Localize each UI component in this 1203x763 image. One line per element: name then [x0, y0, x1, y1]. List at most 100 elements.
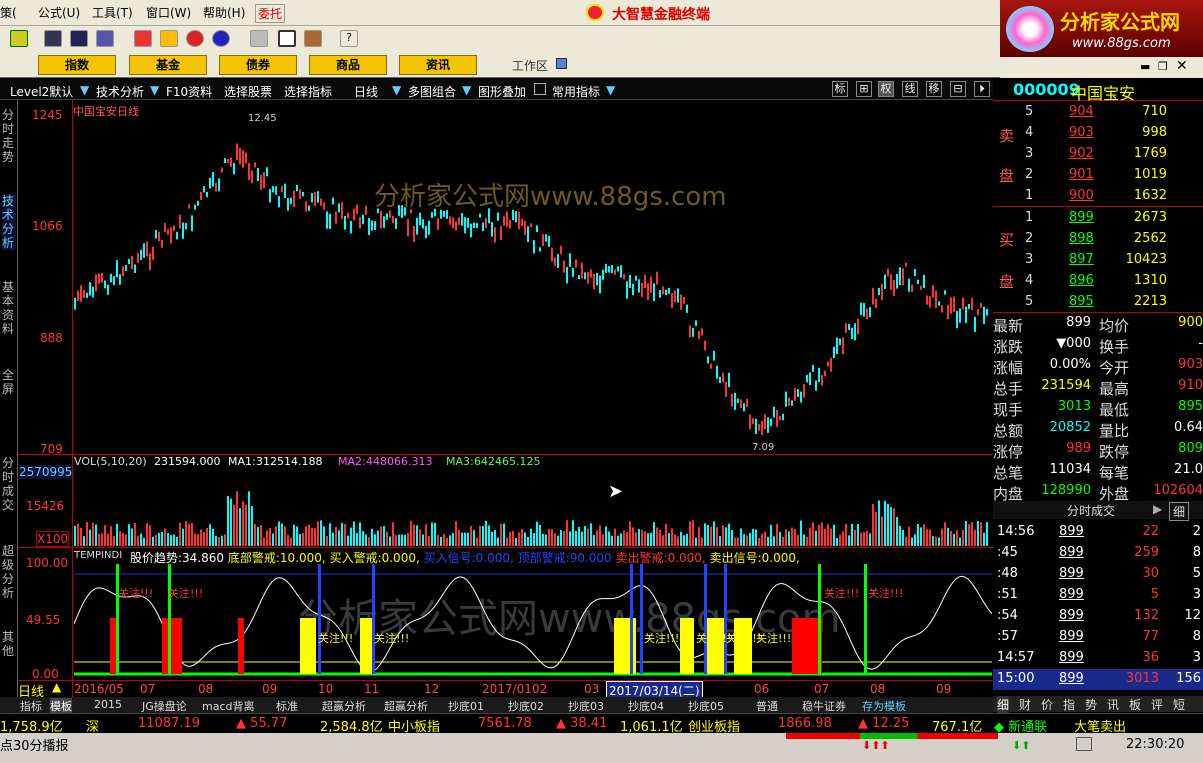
period-option[interactable]: 日线 — [354, 83, 378, 100]
play-button[interactable]: ⏵ — [974, 81, 990, 97]
binoculars-icon[interactable] — [44, 30, 62, 47]
move-button[interactable]: 移 — [926, 81, 942, 97]
tab-news[interactable]: 资讯 — [399, 55, 477, 75]
panel-tab[interactable]: 细 — [997, 696, 1010, 713]
tab-index[interactable]: 指数 — [38, 55, 116, 75]
crosshair-button[interactable]: ⊞ — [856, 81, 872, 97]
mark-button[interactable]: 标 — [832, 81, 848, 97]
overlay-option[interactable]: 图形叠加 — [478, 83, 526, 100]
panel-tab[interactable]: 财 — [1019, 696, 1031, 713]
common-indicator-option[interactable]: 常用指标 — [552, 83, 600, 100]
panel-tab[interactable]: 讯 — [1107, 696, 1119, 713]
quote-cell: 量比 — [1099, 422, 1130, 440]
sidenav-fundamental[interactable]: 基本资料 — [2, 280, 16, 336]
bottom-tab[interactable]: 抄底03 — [568, 698, 604, 714]
rights-button[interactable]: 权 — [878, 81, 894, 97]
buy-level[interactable]: 3 897 10423 — [993, 250, 1203, 271]
sell-level[interactable]: 5 904 710 — [993, 102, 1203, 123]
menu-window[interactable]: 窗口(W) — [146, 4, 191, 21]
buy-level[interactable]: 5 895 2213 — [993, 292, 1203, 313]
menu-order[interactable]: 委托 — [255, 4, 286, 23]
menu-help[interactable]: 帮助(H) — [203, 4, 245, 21]
chart-area[interactable]: 1245 1066 888 709 中国宝安日线 12.45 7.09 分析家公… — [18, 100, 993, 700]
bottom-tab[interactable]: 抄底05 — [688, 698, 724, 714]
panel-tab[interactable]: 指 — [1063, 696, 1075, 713]
bottom-tab[interactable]: JG操盘论 — [142, 698, 187, 714]
menu-formula[interactable]: 公式(U) — [38, 4, 80, 21]
layout-icon[interactable] — [278, 30, 296, 47]
ticks-arrow-icon[interactable]: ▶ — [1153, 502, 1162, 516]
bottom-tab[interactable]: 标准 — [276, 698, 298, 714]
panel-tab[interactable]: 短 — [1173, 696, 1185, 713]
panel-tab[interactable]: 板 — [1129, 696, 1141, 713]
bottom-tab[interactable]: 超赢分析 — [322, 698, 366, 714]
close-icon[interactable]: ✕ — [1176, 58, 1192, 74]
bottom-tab[interactable]: 2015 — [94, 698, 122, 711]
panel-tab[interactable]: 评 — [1151, 696, 1163, 713]
menu-strategy[interactable]: 策( — [0, 4, 17, 21]
multi-chart-option[interactable]: 多图组合 — [408, 83, 456, 100]
sidenav-trades[interactable]: 分时成交 — [2, 456, 16, 512]
binoculars-icon[interactable] — [70, 30, 88, 47]
delete-icon[interactable] — [134, 30, 152, 47]
sell-level[interactable]: 1 900 1632 — [993, 186, 1203, 207]
volume-bar — [509, 532, 511, 546]
help-pointer-icon[interactable]: ? — [340, 30, 358, 47]
sidenav-super[interactable]: 超级分析 — [2, 544, 16, 600]
dropdown-arrow-icon[interactable]: ▼ — [392, 83, 401, 97]
quote-cell: 5 — [1150, 587, 1159, 602]
diamond-icon[interactable] — [160, 30, 178, 47]
minimize-icon[interactable]: ▬ — [1140, 60, 1154, 74]
bottom-tab[interactable]: 超赢分析 — [384, 698, 428, 714]
level2-default[interactable]: Level2默认 — [10, 83, 73, 100]
period-arrow-icon[interactable]: ▲ — [52, 680, 61, 694]
lock-icon[interactable] — [534, 83, 546, 95]
bottom-tab[interactable]: 普通 — [756, 698, 778, 714]
workspace-dropdown-icon[interactable] — [556, 58, 567, 69]
dropdown-arrow-icon[interactable]: ▼ — [606, 83, 615, 97]
select-indicator-option[interactable]: 选择指标 — [284, 83, 332, 100]
volume-bar — [512, 531, 514, 546]
sidenav-fullscreen[interactable]: 全屏 — [2, 368, 16, 396]
bottom-tab[interactable]: macd背离 — [202, 698, 255, 714]
ticks-detail-button[interactable]: 细 — [1169, 502, 1190, 521]
volume-bar — [689, 521, 691, 546]
sidenav-tech[interactable]: 技术分析 — [2, 194, 16, 250]
flag-icon[interactable] — [10, 30, 28, 47]
tab-bond[interactable]: 债券 — [219, 55, 297, 75]
panel-tab[interactable]: 势 — [1085, 696, 1097, 713]
bottom-tab[interactable]: 指标 — [20, 698, 42, 714]
select-stock-option[interactable]: 选择股票 — [224, 83, 272, 100]
sidenav-other[interactable]: 其他 — [2, 630, 16, 658]
dropdown-arrow-icon[interactable]: ▼ — [80, 83, 89, 97]
sell-level[interactable]: 4 903 998 — [993, 123, 1203, 144]
tab-fund[interactable]: 基金 — [129, 55, 207, 75]
refresh-icon[interactable] — [212, 30, 230, 47]
sidenav-intraday[interactable]: 分时走势 — [2, 108, 16, 164]
sell-level[interactable]: 2 901 1019 — [993, 165, 1203, 186]
folder-icon[interactable] — [250, 30, 268, 47]
link-icon[interactable] — [186, 30, 204, 47]
f10-option[interactable]: F10资料 — [166, 83, 212, 100]
bottom-tab[interactable]: 抄底04 — [628, 698, 664, 714]
dropdown-arrow-icon[interactable]: ▼ — [150, 83, 159, 97]
bottom-tab[interactable]: 模板 — [50, 698, 72, 714]
window-button[interactable]: ⊟ — [950, 81, 966, 97]
tab-commodity[interactable]: 商品 — [309, 55, 387, 75]
panel-tab[interactable]: 价 — [1041, 696, 1053, 713]
dropdown-arrow-icon[interactable]: ▼ — [462, 83, 471, 97]
tech-analysis-option[interactable]: 技术分析 — [96, 83, 144, 100]
line-button[interactable]: 线 — [902, 81, 918, 97]
buy-level[interactable]: 2 898 2562 — [993, 229, 1203, 250]
buy-level[interactable]: 1 899 2673 — [993, 208, 1203, 229]
bottom-tab[interactable]: 抄底01 — [448, 698, 484, 714]
bottom-tab[interactable]: 抄底02 — [508, 698, 544, 714]
restore-icon[interactable]: ❐ — [1158, 60, 1172, 74]
books-icon[interactable] — [304, 30, 322, 47]
bottom-tab[interactable]: 稳牛证券 — [802, 698, 846, 714]
save-template-tab[interactable]: 存为模板 — [862, 698, 906, 714]
menu-tools[interactable]: 工具(T) — [92, 4, 133, 21]
grid-icon[interactable] — [96, 30, 114, 47]
buy-level[interactable]: 4 896 1310 — [993, 271, 1203, 292]
sell-level[interactable]: 3 902 1769 — [993, 144, 1203, 165]
